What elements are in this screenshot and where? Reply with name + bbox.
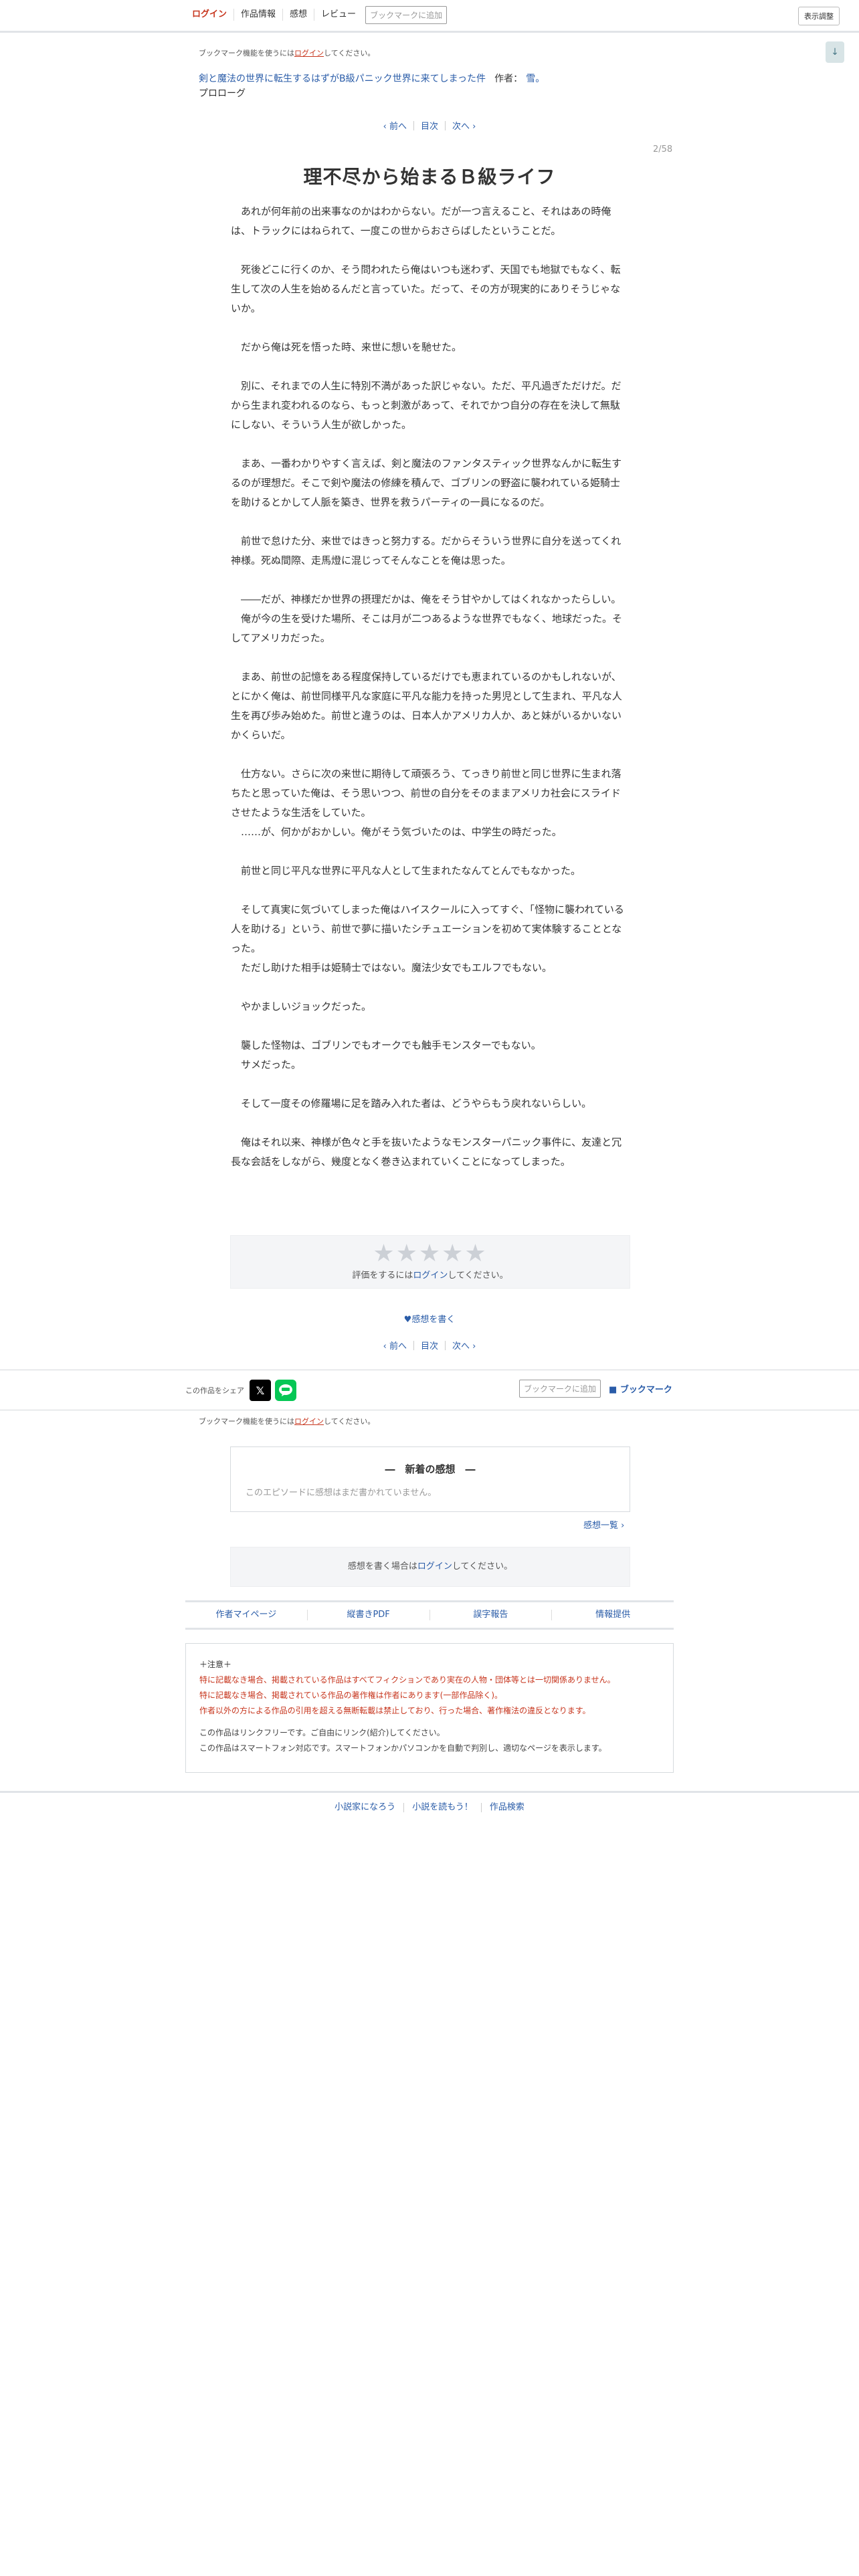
novel-paragraph: 前世と同じ平凡な世界に平凡な人として生まれたなんてとんでもなかった。 xyxy=(231,865,581,877)
author-link[interactable]: 雪。 xyxy=(526,74,545,84)
novel-paragraph: サメだった。 xyxy=(231,1059,302,1071)
bookmark-add-button[interactable]: ブックマークに追加 xyxy=(519,1380,601,1398)
next-link[interactable]: 次へ › xyxy=(452,1339,476,1352)
bookmark-login-note: ブックマーク機能を使うにはログインしてください。 xyxy=(199,1417,375,1426)
footer-nav: 小説家になろう 小説を読もう！ 作品検索 xyxy=(0,1791,859,1822)
chapter-label: プロローグ xyxy=(199,88,246,99)
novel-paragraph: あれが何年前の出来事なのかはわからない。だが一つ言えること、それはあの時俺は、ト… xyxy=(231,205,611,237)
novel-paragraph xyxy=(231,978,628,997)
footer-link[interactable]: 小説家になろう xyxy=(326,1803,405,1812)
top-bar: ログイン 作品情報 感想 レビュー ブックマークに追加 表示調整 xyxy=(0,0,859,33)
work-header: 剣と魔法の世界に転生するはずがB級パニック世界に来てしまった件 作者： 雪。 xyxy=(199,72,545,85)
share-label: この作品をシェア xyxy=(185,1386,244,1395)
author-mypage-link[interactable]: 作者マイページ xyxy=(185,1610,308,1620)
novel-paragraph xyxy=(231,1075,628,1094)
novel-paragraph xyxy=(231,357,628,377)
bookmark-login-note: ブックマーク機能を使うにはログインしてください。 xyxy=(199,49,375,58)
next-link[interactable]: 次へ › xyxy=(452,119,476,132)
caution-heading: ＋注意＋ xyxy=(199,1660,232,1669)
toc-link[interactable]: 目次 xyxy=(421,1339,438,1352)
caution-line: この作品はリンクフリーです。ご自由にリンク(紹介)してください。 xyxy=(199,1728,445,1737)
series-title-link[interactable]: 剣と魔法の世界に転生するはずがB級パニック世界に来てしまった件 xyxy=(199,74,486,84)
novel-paragraph xyxy=(231,512,628,532)
impressions-link[interactable]: 感想 xyxy=(283,9,315,21)
novel-paragraph: 死後どこに行くのか、そう問われたら俺はいつも迷わず、天国でも地獄でもなく、転生し… xyxy=(231,263,621,314)
novel-paragraph xyxy=(231,745,628,764)
caution-line: この作品はスマートフォン対応です。スマートフォンかパソコンかを自動で判別し、適切… xyxy=(199,1743,607,1753)
x-share-icon[interactable]: 𝕏 xyxy=(250,1380,271,1401)
novel-body: あれが何年前の出来事なのかはわからない。だが一つ言えること、それはあの時俺は、ト… xyxy=(231,202,628,1172)
rating-stars[interactable]: ★★★★★ xyxy=(231,1241,630,1267)
footer-link[interactable]: 小説を読もう！ xyxy=(404,1803,482,1812)
impressions-box: ― 新着の感想 ― このエピソードに感想はまだ書かれていません。 xyxy=(230,1446,630,1512)
novel-paragraph: そして一度その修羅場に足を踏み入れた者は、どうやらもう戻れないらしい。 xyxy=(231,1097,592,1109)
novel-paragraph: まあ、前世の記憶をある程度保持しているだけでも恵まれているのかもしれないが、とに… xyxy=(231,671,622,741)
info-provide-link[interactable]: 情報提供 xyxy=(552,1610,674,1620)
page-number: 2/58 xyxy=(653,144,673,154)
pager-top: ‹ 前へ 目次 次へ › xyxy=(0,119,859,132)
novel-paragraph: 仕方ない。さらに次の来世に期待して頑張ろう、てっきり前世と同じ世界に生まれ落ちた… xyxy=(231,768,622,819)
toc-link[interactable]: 目次 xyxy=(421,119,438,132)
vertical-pdf-link[interactable]: 縦書きPDF xyxy=(308,1610,430,1620)
novel-paragraph xyxy=(231,648,628,667)
pager-bottom: ‹ 前へ 目次 次へ › xyxy=(0,1339,859,1352)
novel-paragraph: 襲した怪物は、ゴブリンでもオークでも触手モンスターでもない。 xyxy=(231,1039,541,1051)
novel-paragraph: 前世で怠けた分、来世ではきっと努力する。だからそういう世界に自分を送ってくれ神様… xyxy=(231,535,622,566)
prev-link[interactable]: ‹ 前へ xyxy=(383,1339,407,1352)
caution-line: 作者以外の方による作品の引用を超える無断転載は禁止しており、行った場合、著作権法… xyxy=(199,1706,591,1715)
novel-paragraph xyxy=(231,842,628,861)
novel-paragraph xyxy=(231,1016,628,1036)
bookmark-add-button[interactable]: ブックマークに追加 xyxy=(365,5,448,24)
novel-paragraph: だから俺は死を悟った時、来世に想いを馳せた。 xyxy=(231,341,462,353)
author-label: 作者： xyxy=(494,74,523,84)
caution-line: 特に記載なき場合、掲載されている作品の著作権は作者にあります(一部作品除く)。 xyxy=(199,1691,503,1700)
work-link-bar: 作者マイページ 縦書きPDF 誤字報告 情報提供 xyxy=(185,1600,674,1630)
novel-paragraph xyxy=(231,570,628,590)
novel-paragraph: ただし助けた相手は姫騎士ではない。魔法少女でもエルフでもない。 xyxy=(231,962,553,974)
novel-paragraph xyxy=(231,881,628,900)
novel-paragraph xyxy=(231,318,628,338)
bookmark-login-link[interactable]: ログイン xyxy=(294,49,324,58)
novel-paragraph: やかましいジョックだった。 xyxy=(231,1000,372,1012)
impressions-list-link[interactable]: 感想一覧 › xyxy=(583,1518,624,1531)
bookmark-button[interactable]: ■ ブックマーク xyxy=(609,1382,672,1395)
footer-link[interactable]: 作品検索 xyxy=(482,1803,533,1812)
novel-paragraph: ――だが、神様だか世界の摂理だかは、俺をそう甘やかしてはくれなかったらしい。 xyxy=(231,593,622,605)
write-login-link[interactable]: ログイン xyxy=(417,1562,452,1572)
write-impression-box: 感想を書く場合はログインしてください。 xyxy=(230,1547,630,1587)
episode-title: 理不尽から始まるＢ級ライフ xyxy=(303,166,556,188)
novel-paragraph xyxy=(231,241,628,260)
rating-box: ★★★★★ 評価をするにはログインしてください。 xyxy=(230,1235,630,1289)
rating-login-link[interactable]: ログイン xyxy=(413,1271,448,1281)
rating-note: 評価をするにはログインしてください。 xyxy=(352,1271,508,1281)
typo-report-link[interactable]: 誤字報告 xyxy=(430,1610,553,1620)
caution-line: 特に記載なき場合、掲載されている作品はすべてフィクションであり実在の人物・団体等… xyxy=(199,1675,615,1685)
display-settings-button[interactable]: 表示調整 xyxy=(798,7,840,25)
novel-paragraph: そして真実に気づいてしまった俺はハイスクールに入ってすぐ、「怪物に襲われている人… xyxy=(231,903,624,954)
work-info-link[interactable]: 作品情報 xyxy=(234,9,284,21)
caution-box: ＋注意＋ 特に記載なき場合、掲載されている作品はすべてフィクションであり実在の人… xyxy=(185,1643,674,1773)
impressions-heading: ― 新着の感想 ― xyxy=(385,1463,476,1475)
novel-paragraph xyxy=(231,435,628,454)
share-row: この作品をシェア 𝕏 xyxy=(185,1380,296,1401)
impressions-empty: このエピソードに感想はまだ書かれていません。 xyxy=(246,1488,437,1498)
prev-link[interactable]: ‹ 前へ xyxy=(383,119,407,132)
login-link[interactable]: ログイン xyxy=(185,9,235,21)
top-nav: ログイン 作品情報 感想 レビュー ブックマークに追加 xyxy=(185,5,448,24)
review-link[interactable]: レビュー xyxy=(314,9,363,21)
novel-paragraph: 別に、それまでの人生に特別不満があった訳じゃない。ただ、平凡過ぎただけだ。だから… xyxy=(231,380,622,431)
novel-paragraph xyxy=(231,1113,628,1133)
novel-paragraph: 俺はそれ以来、神様が色々と手を抜いたようなモンスターパニック事件に、友達と冗長な… xyxy=(231,1136,622,1168)
novel-paragraph: ……が、何かがおかしい。俺がそう気づいたのは、中学生の時だった。 xyxy=(231,826,562,838)
scroll-down-icon[interactable]: ↓ xyxy=(826,41,844,63)
line-share-icon[interactable] xyxy=(275,1380,296,1401)
novel-paragraph: 俺が今の生を受けた場所、そこは月が二つあるような世界でもなく、地球だった。そして… xyxy=(231,613,623,644)
write-impression-link[interactable]: ♥感想を書く xyxy=(0,1312,859,1325)
bookmark-row: ブックマークに追加 ■ ブックマーク xyxy=(516,1380,672,1398)
novel-paragraph: まあ、一番わかりやすく言えば、剣と魔法のファンタスティック世界なんかに転生するの… xyxy=(231,457,622,508)
bookmark-login-link[interactable]: ログイン xyxy=(294,1417,324,1426)
